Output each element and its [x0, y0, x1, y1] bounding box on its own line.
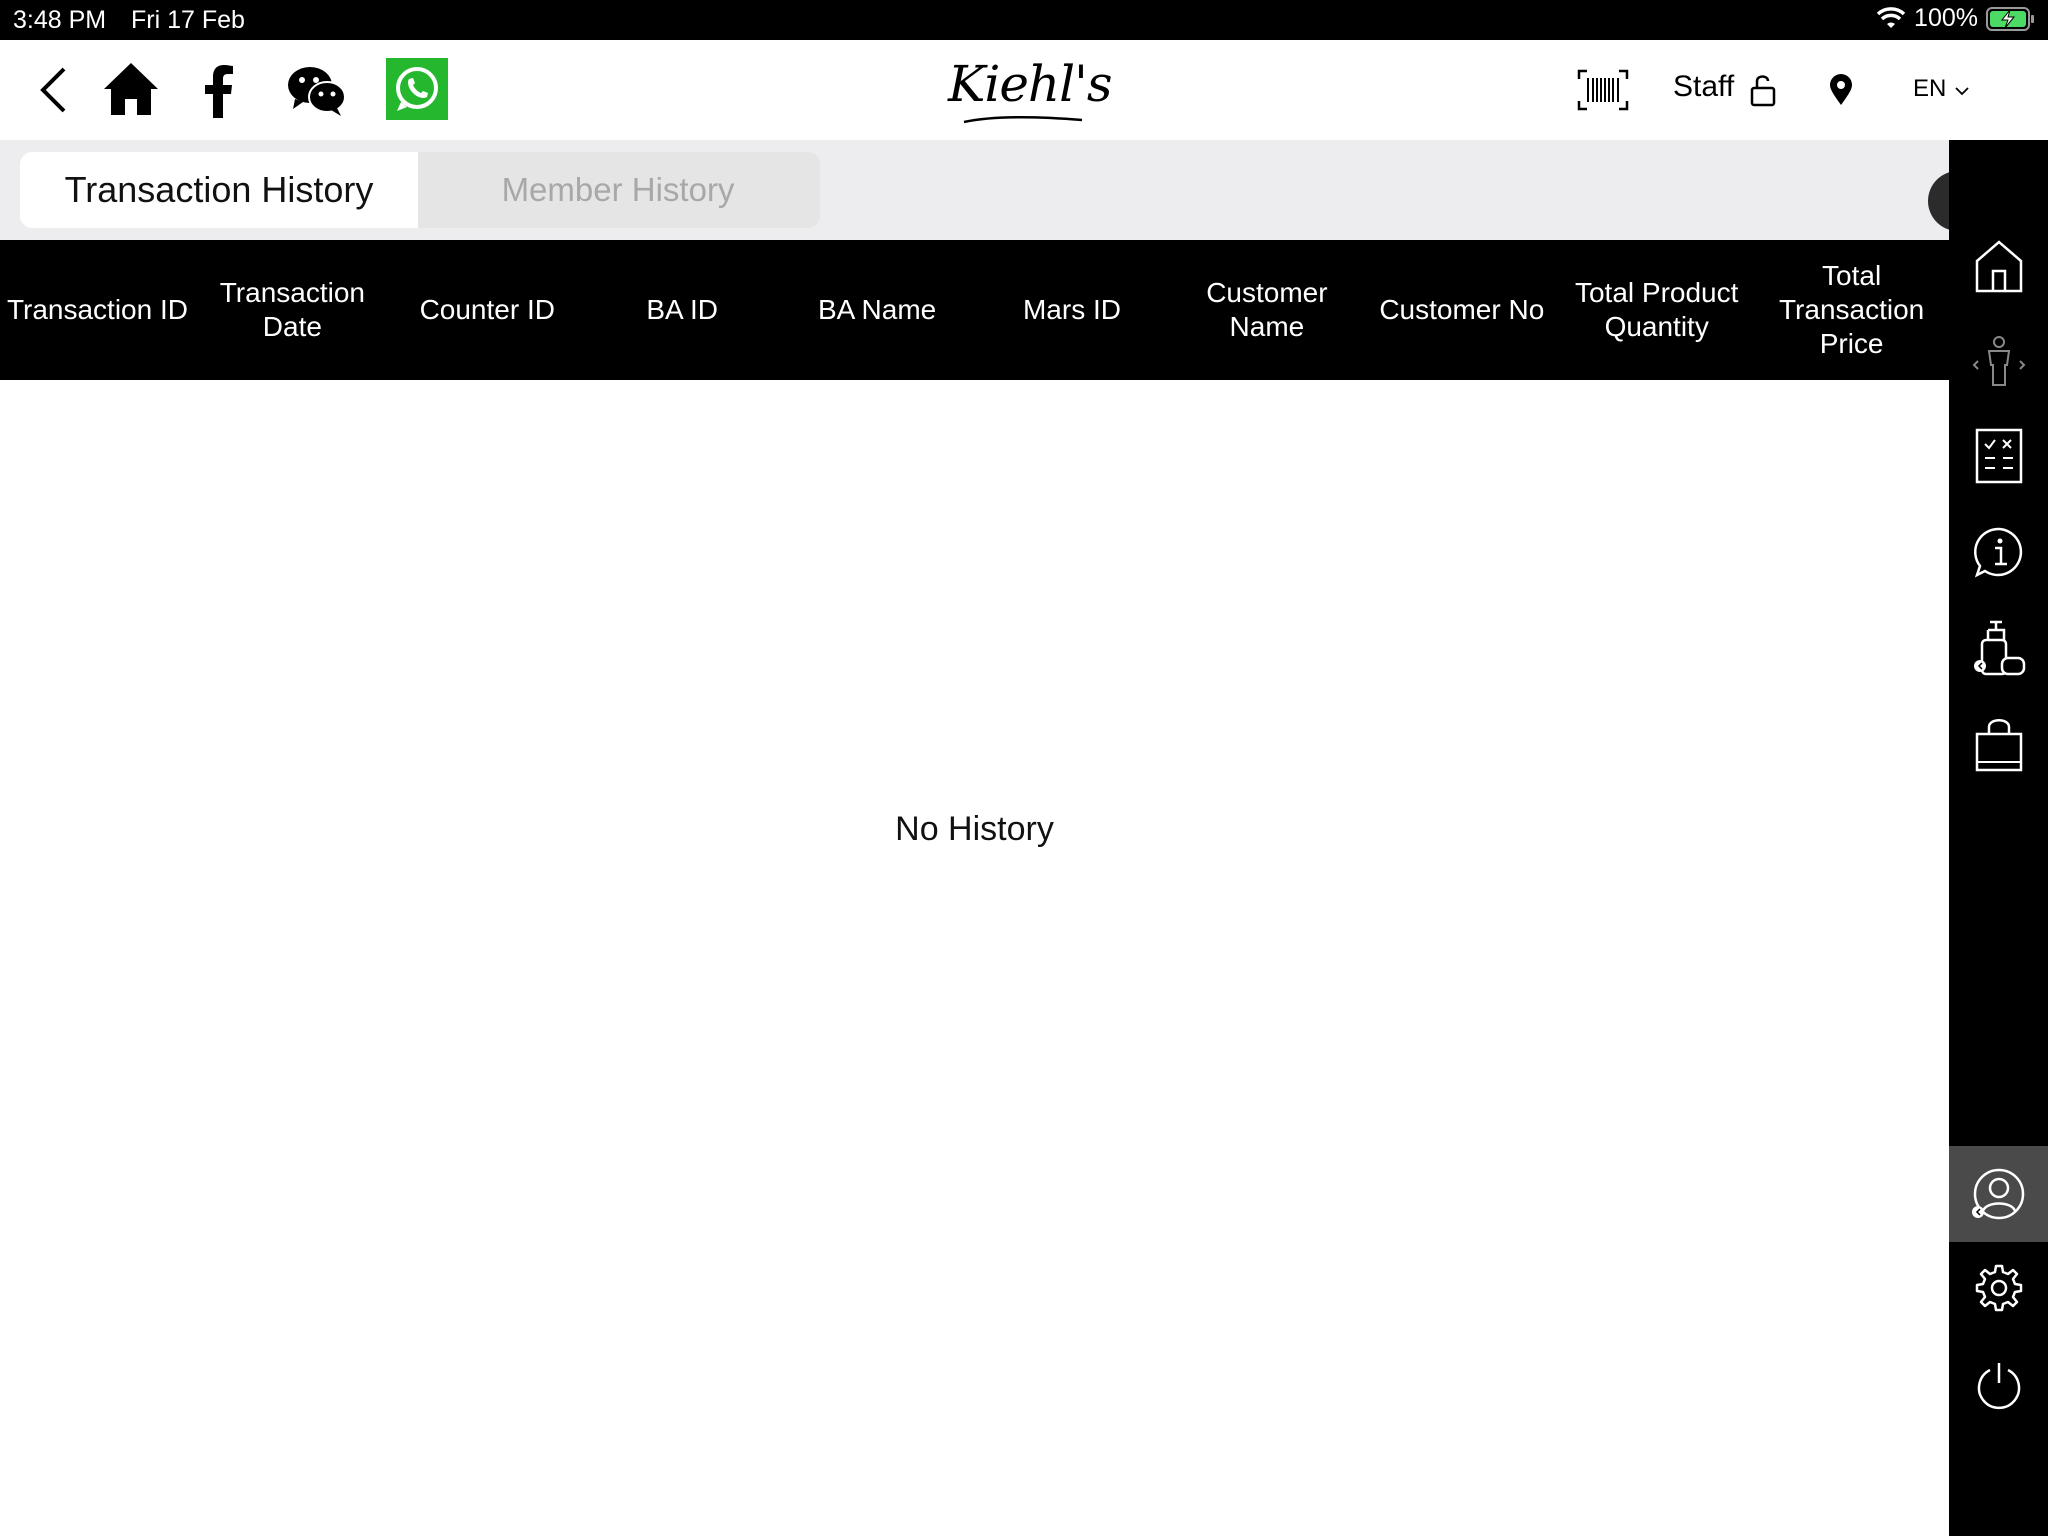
language-label: EN — [1913, 75, 1947, 102]
column-header[interactable]: Mars ID — [975, 240, 1170, 380]
column-header[interactable]: Customer No — [1364, 240, 1559, 380]
facebook-icon[interactable] — [196, 60, 242, 122]
status-right: 100% — [1876, 4, 2036, 33]
right-sidebar — [1949, 140, 2048, 1536]
battery-percent: 100% — [1914, 4, 1978, 32]
wifi-icon — [1876, 6, 1906, 31]
empty-state-message: No History — [895, 810, 1054, 848]
settings-icon[interactable] — [1949, 1240, 2048, 1336]
home-icon[interactable] — [100, 58, 162, 120]
app-header: Kiehl's Staff EN — [0, 40, 2048, 140]
wechat-icon[interactable] — [286, 64, 348, 118]
shopping-bag-icon[interactable] — [1949, 696, 2048, 792]
product-consult-icon[interactable] — [1949, 600, 2048, 696]
column-header[interactable]: Transaction ID — [0, 240, 195, 380]
language-selector[interactable]: EN — [1913, 75, 1970, 103]
column-header[interactable]: Transaction Date — [195, 240, 390, 380]
unlock-icon[interactable] — [1748, 70, 1778, 110]
column-header[interactable]: Customer Name — [1169, 240, 1364, 380]
checklist-icon[interactable] — [1949, 408, 2048, 504]
column-header[interactable]: BA ID — [585, 240, 780, 380]
logo-swash — [963, 115, 1083, 124]
customer-profile-icon[interactable] — [1949, 1146, 2048, 1242]
battery-charging-icon — [1986, 6, 2036, 32]
column-header[interactable]: Counter ID — [390, 240, 585, 380]
transaction-table-header: Transaction ID Transaction Date Counter … — [0, 240, 1949, 380]
staff-label[interactable]: Staff — [1673, 70, 1734, 104]
tab-transaction-history[interactable]: Transaction History — [20, 152, 418, 228]
location-pin-icon[interactable] — [1826, 70, 1856, 110]
whatsapp-icon[interactable] — [386, 58, 448, 120]
history-tabs-bar: Transaction History Member History — [0, 140, 1949, 240]
status-date: Fri 17 Feb — [131, 6, 245, 34]
column-header[interactable]: Total Transaction Price — [1754, 240, 1949, 380]
barcode-scanner-icon[interactable] — [1576, 68, 1630, 112]
status-bar: 3:48 PM Fri 17 Feb 100% — [0, 0, 2048, 40]
info-chat-icon[interactable] — [1949, 504, 2048, 600]
status-time: 3:48 PM — [13, 6, 107, 34]
chevron-down-icon — [1954, 75, 1970, 103]
column-header[interactable]: BA Name — [780, 240, 975, 380]
back-arrow-icon[interactable] — [30, 62, 76, 118]
home-icon[interactable] — [1949, 218, 2048, 314]
column-header[interactable]: Total Product Quantity — [1559, 240, 1754, 380]
power-icon[interactable] — [1949, 1338, 2048, 1434]
tab-member-history[interactable]: Member History — [418, 152, 818, 228]
skin-diagnosis-icon[interactable] — [1949, 314, 2048, 410]
